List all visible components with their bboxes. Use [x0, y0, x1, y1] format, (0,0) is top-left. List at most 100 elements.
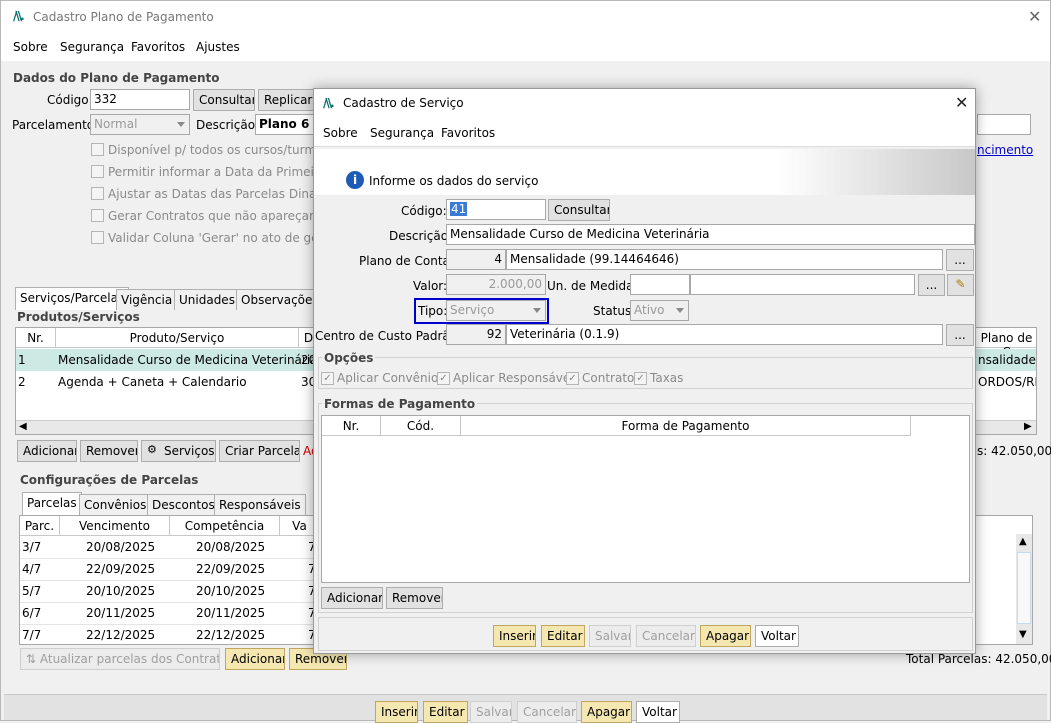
voltar-button[interactable]: Voltar	[636, 701, 680, 723]
col-produto[interactable]: Produto/Serviço	[56, 328, 299, 348]
dialog-menu-sobre[interactable]: Sobre	[323, 126, 358, 140]
scroll-right-icon[interactable]: ▶	[1024, 421, 1032, 432]
tab-responsaveis[interactable]: Responsáveis	[214, 494, 306, 515]
edit-pencil-icon[interactable]: ✎	[947, 274, 974, 296]
dlg-descricao-input[interactable]: Mensalidade Curso de Medicina Veterinári…	[446, 224, 975, 245]
tab-parcelas[interactable]: Parcelas	[22, 492, 82, 515]
dlg-consultar-button[interactable]: Consultar	[548, 199, 610, 221]
info-banner: i Informe os dados do serviço	[314, 149, 975, 195]
dialog-close-icon[interactable]: ✕	[955, 93, 968, 112]
tab-observacoes[interactable]: Observações	[236, 289, 324, 310]
table-row[interactable]: 6/7 20/11/2025 20/11/2025 7	[20, 603, 320, 625]
check-label-2: Permitir informar a Data da Primeira pa	[108, 165, 345, 179]
checkbox-contrato[interactable]: ✓	[566, 372, 579, 385]
criar-parcelas-button[interactable]: Criar Parcelas	[219, 440, 300, 462]
tab-convenios[interactable]: Convênios	[79, 494, 152, 515]
scroll-left-icon[interactable]: ◀	[19, 421, 27, 432]
prod-servicos-button[interactable]: ⚙ Serviços	[141, 440, 216, 462]
table-row[interactable]: 7/7 22/12/2025 22/12/2025 7	[20, 625, 320, 644]
menu-favoritos[interactable]: Favoritos	[131, 40, 185, 54]
formas-adicionar-button[interactable]: Adicionar	[321, 587, 383, 609]
codigo-input[interactable]: 332	[90, 89, 190, 110]
checkbox-disponivel[interactable]	[91, 143, 104, 156]
check-label-4: Gerar Contratos que não apareçam no	[108, 209, 340, 223]
prod-adicionar-button[interactable]: Adicionar	[17, 440, 77, 462]
table-row[interactable]: 3/7 20/08/2025 20/08/2025 7	[20, 537, 320, 559]
tab-vigencia[interactable]: Vigência	[116, 289, 178, 310]
descricao-input-right[interactable]	[977, 114, 1031, 135]
main-menubar: Sobre Segurança Favoritos Ajustes	[1, 33, 1050, 61]
descricao-input[interactable]: Plano 6 V	[255, 114, 317, 135]
dlg-plano-num[interactable]: 4	[446, 249, 506, 270]
col-competencia[interactable]: Competência	[170, 516, 280, 536]
dlg-un-ellipsis-button[interactable]: ...	[918, 274, 945, 296]
dlg-centro-ellipsis-button[interactable]: ...	[946, 324, 974, 346]
dlg-status-select[interactable]: Ativo	[630, 300, 689, 321]
close-icon[interactable]: ✕	[1028, 7, 1041, 26]
checkbox-aplicar-convenios[interactable]: ✓	[321, 372, 334, 385]
scroll-up-icon[interactable]: ▲	[1019, 536, 1027, 547]
checkbox-permitir[interactable]	[91, 165, 104, 178]
dlg-un-input[interactable]	[690, 274, 915, 295]
formas-remover-button[interactable]: Remover	[386, 587, 443, 609]
inserir-button[interactable]: Inserir	[375, 701, 418, 723]
menu-sobre[interactable]: Sobre	[13, 40, 48, 54]
dlg-un-code[interactable]	[630, 274, 690, 295]
menu-ajustes[interactable]: Ajustes	[196, 40, 240, 54]
parc-adicionar-button[interactable]: Adicionar	[225, 648, 285, 670]
dlg-editar-button[interactable]: Editar	[541, 625, 585, 647]
dlg-codigo-input[interactable]: 41	[446, 199, 546, 220]
dlg-inserir-button[interactable]: Inserir	[493, 625, 536, 647]
checkbox-validar[interactable]	[91, 231, 104, 244]
parcelamento-select[interactable]: Normal	[90, 114, 190, 135]
opcao-label-1: Aplicar Convênios	[337, 371, 445, 385]
cancelar-button[interactable]: Cancelar	[517, 701, 577, 723]
dlg-voltar-button[interactable]: Voltar	[755, 625, 799, 647]
checkbox-taxas[interactable]: ✓	[634, 372, 647, 385]
dlg-centro-num[interactable]: 92	[446, 324, 506, 345]
dlg-valor-input[interactable]: 2.000,00	[446, 274, 546, 295]
tab-descontos[interactable]: Descontos	[147, 494, 220, 515]
vertical-scrollbar[interactable]: ▲ ▼	[1016, 534, 1032, 644]
checkbox-ajustar[interactable]	[91, 187, 104, 200]
consultar-button[interactable]: Consultar	[193, 89, 255, 111]
tab-unidades[interactable]: Unidades	[174, 289, 240, 310]
checkbox-gerar[interactable]	[91, 209, 104, 222]
atualizar-button[interactable]: ⇅ Atualizar parcelas dos Contratos	[20, 648, 220, 670]
checkbox-aplicar-responsaveis[interactable]: ✓	[437, 372, 450, 385]
col-parc[interactable]: Parc.	[20, 516, 60, 536]
salvar-button[interactable]: Salvar	[470, 701, 512, 723]
dialog-titlebar: /\\. Cadastro de Serviço ✕	[314, 89, 975, 117]
col-nr[interactable]: Nr.	[16, 328, 56, 348]
tab-servicos-parcelas[interactable]: Serviços/Parcelas	[15, 287, 130, 310]
vencimento-link[interactable]: ncimento	[977, 143, 1033, 157]
table-row[interactable]: 5/7 20/10/2025 20/10/2025 7	[20, 581, 320, 603]
table-row[interactable]: 4/7 22/09/2025 22/09/2025 7	[20, 559, 320, 581]
check-label-5: Validar Coluna 'Gerar' no ato de gerar a	[108, 231, 347, 245]
col-formas-nr[interactable]: Nr.	[322, 416, 381, 436]
dlg-plano-input[interactable]: Mensalidade (99.14464646)	[506, 249, 943, 270]
prod-remover-button[interactable]: Remover	[80, 440, 138, 462]
dlg-cancelar-button[interactable]: Cancelar	[636, 625, 696, 647]
col-plano[interactable]: Plano de C	[976, 328, 1036, 359]
menu-seguranca[interactable]: Segurança	[60, 40, 124, 54]
col-formas-cod[interactable]: Cód.	[381, 416, 461, 436]
col-formas-forma[interactable]: Forma de Pagamento	[461, 416, 911, 436]
dlg-plano-ellipsis-button[interactable]: ...	[946, 249, 974, 271]
col-vencimento[interactable]: Vencimento	[60, 516, 170, 536]
replicar-button[interactable]: Replicar P	[258, 89, 318, 111]
formas-grid[interactable]: Nr. Cód. Forma de Pagamento	[321, 415, 970, 583]
dlg-apagar-button[interactable]: Apagar	[700, 625, 751, 647]
scroll-down-icon[interactable]: ▼	[1019, 629, 1027, 640]
atualizar-label: Atualizar parcelas dos Contratos	[39, 652, 220, 666]
dlg-centro-input[interactable]: Veterinária (0.1.9)	[506, 324, 943, 345]
dlg-tipo-select[interactable]: Serviço	[446, 300, 546, 321]
dialog-menu-seguranca[interactable]: Segurança	[370, 126, 434, 140]
apagar-button[interactable]: Apagar	[581, 701, 632, 723]
row-produto: Agenda + Caneta + Calendario	[58, 375, 247, 389]
dialog-menu-favoritos[interactable]: Favoritos	[441, 126, 495, 140]
editar-button[interactable]: Editar	[423, 701, 468, 723]
dlg-salvar-button[interactable]: Salvar	[589, 625, 631, 647]
row-venc: 22/09/2025	[86, 562, 156, 576]
scroll-thumb[interactable]	[1017, 552, 1031, 624]
